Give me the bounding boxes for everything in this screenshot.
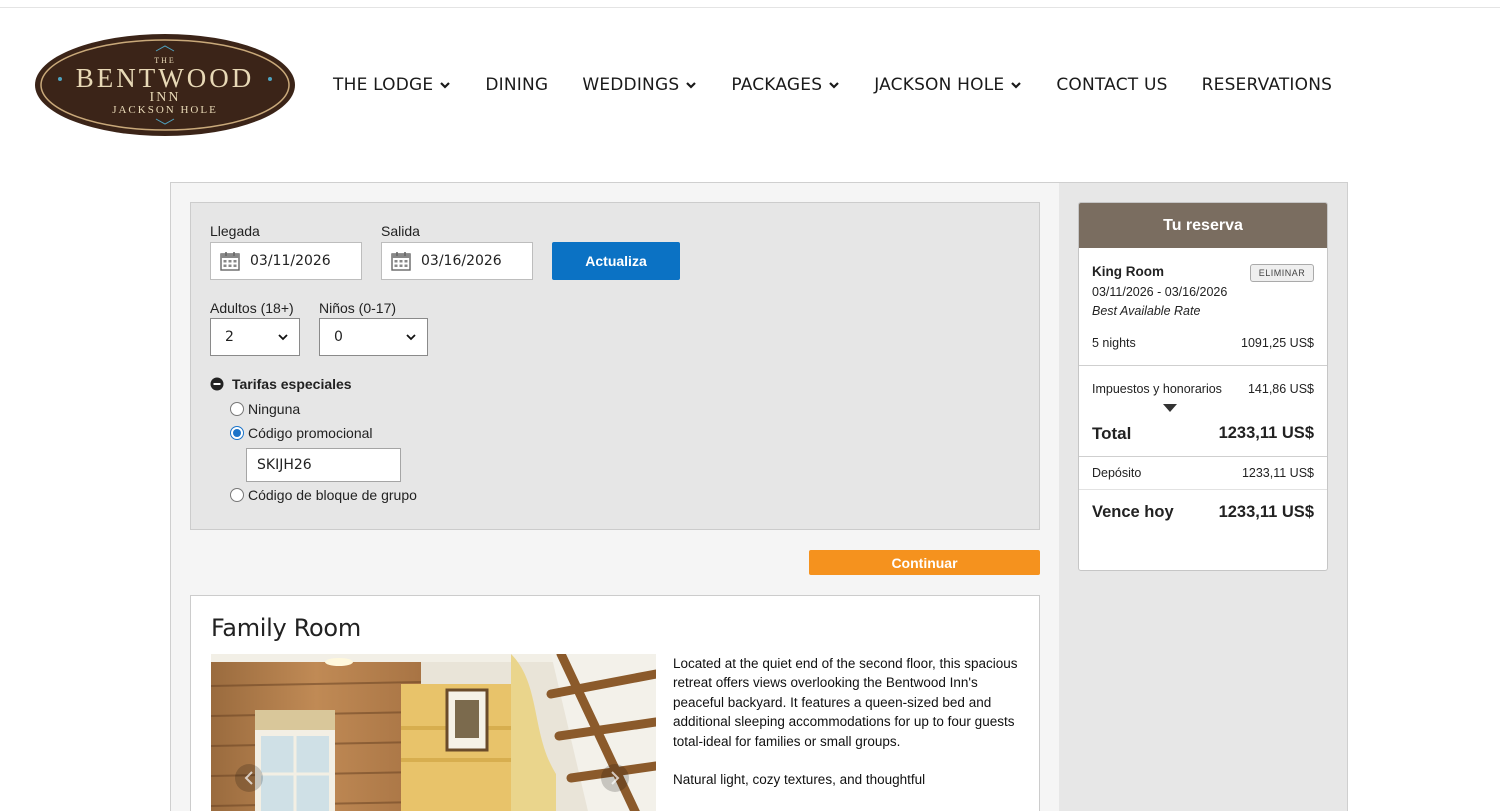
nav-item-label: CONTACT US — [1056, 75, 1168, 95]
summary-divider — [1079, 489, 1327, 490]
room-description: Located at the quiet end of the second f… — [673, 654, 1018, 808]
rate-option-group-block[interactable]: Código de bloque de grupo — [230, 487, 417, 503]
summary-divider — [1079, 456, 1327, 457]
chevron-down-icon — [828, 79, 840, 91]
nav-item-label: WEDDINGS — [582, 75, 680, 95]
summary-deposit-value: 1233,11 US$ — [1241, 466, 1314, 480]
children-value: 0 — [334, 329, 343, 345]
bentwood-inn-logo[interactable]: THE BENTWOOD INN JACKSON HOLE — [34, 33, 296, 137]
nav-item-contact-us[interactable]: CONTACT US — [1056, 75, 1167, 95]
summary-due-value: 1233,11 US$ — [1218, 503, 1314, 521]
collapse-minus-icon — [210, 377, 224, 391]
caret-down-icon[interactable] — [1163, 404, 1177, 412]
children-select[interactable]: 0 — [319, 318, 428, 356]
rate-option-label: Código de bloque de grupo — [248, 487, 417, 503]
nav-item-packages[interactable]: PACKAGES — [731, 75, 840, 95]
rate-option-label: Ninguna — [248, 401, 301, 417]
adults-value: 2 — [225, 329, 234, 345]
special-rates-label: Tarifas especiales — [232, 376, 352, 392]
summary-room-name: King Room — [1092, 264, 1164, 279]
chevron-down-icon — [405, 331, 417, 343]
chevron-down-icon — [277, 331, 289, 343]
nav-item-label: RESERVATIONS — [1201, 75, 1333, 95]
nav-item-reservations[interactable]: RESERVATIONS — [1202, 75, 1333, 95]
update-button[interactable]: Actualiza — [552, 242, 680, 280]
room-title: Family Room — [211, 614, 361, 642]
nav-item-jackson-hole[interactable]: JACKSON HOLE — [874, 75, 1022, 95]
summary-taxes-value: 141,86 US$ — [1247, 382, 1314, 396]
radio-button[interactable] — [230, 488, 244, 502]
special-rates-toggle[interactable]: Tarifas especiales — [210, 376, 352, 392]
arrival-date-value: 03/11/2026 — [250, 253, 331, 269]
continue-button[interactable]: Continuar — [809, 550, 1040, 575]
rate-option-label: Código promocional — [248, 425, 373, 441]
summary-title: Tu reserva — [1079, 203, 1327, 248]
departure-date-input[interactable]: 03/16/2026 — [381, 242, 533, 280]
top-border — [0, 7, 1500, 8]
summary-dates: 03/11/2026 - 03/16/2026 — [1092, 285, 1228, 299]
summary-due-label: Vence hoy — [1092, 503, 1174, 521]
adults-select[interactable]: 2 — [210, 318, 300, 356]
summary-deposit-label: Depósito — [1092, 466, 1142, 480]
summary-rate: Best Available Rate — [1092, 304, 1201, 318]
summary-nights-label: 5 nights — [1092, 336, 1136, 350]
nav-item-weddings[interactable]: WEDDINGS — [582, 75, 697, 95]
nav-item-label: JACKSON HOLE — [874, 75, 1005, 95]
departure-label: Salida — [381, 223, 420, 239]
rate-option-promo-code[interactable]: Código promocional — [230, 425, 373, 441]
children-label: Niños (0-17) — [319, 300, 397, 316]
nav-item-label: DINING — [485, 75, 549, 95]
promo-code-input[interactable]: SKIJH26 — [246, 448, 401, 482]
logo-name: BENTWOOD — [76, 63, 254, 93]
logo-inn: INN — [150, 90, 181, 105]
main-nav: THE LODGE DINING WEDDINGS PACKAGES JACKS… — [333, 72, 1332, 98]
departure-date-value: 03/16/2026 — [421, 253, 502, 269]
summary-divider — [1079, 365, 1327, 366]
arrival-label: Llegada — [210, 223, 260, 239]
chevron-down-icon — [439, 79, 451, 91]
summary-taxes-label[interactable]: Impuestos y honorarios — [1092, 382, 1222, 396]
summary-total-label: Total — [1092, 424, 1132, 443]
rate-option-none[interactable]: Ninguna — [230, 401, 300, 417]
chevron-down-icon — [1010, 79, 1022, 91]
logo-location: JACKSON HOLE — [112, 104, 218, 116]
summary-total-value: 1233,11 US$ — [1218, 424, 1314, 442]
nav-item-label: PACKAGES — [731, 75, 823, 95]
adults-label: Adultos (18+) — [210, 300, 294, 316]
remove-button[interactable]: ELIMINAR — [1250, 264, 1314, 282]
radio-button[interactable] — [230, 426, 244, 440]
room-description-paragraph: Located at the quiet end of the second f… — [673, 656, 1018, 749]
nav-item-the-lodge[interactable]: THE LODGE — [333, 75, 451, 95]
arrival-date-input[interactable]: 03/11/2026 — [210, 242, 362, 280]
calendar-icon — [390, 250, 412, 272]
chevron-down-icon — [685, 79, 697, 91]
calendar-icon — [219, 250, 241, 272]
nav-item-label: THE LODGE — [333, 75, 434, 95]
radio-button[interactable] — [230, 402, 244, 416]
room-description-paragraph: Natural light, cozy textures, and though… — [673, 772, 926, 788]
summary-nights-value: 1091,25 US$ — [1241, 336, 1314, 350]
nav-item-dining[interactable]: DINING — [485, 75, 548, 95]
room-photo-carousel[interactable] — [211, 654, 656, 811]
